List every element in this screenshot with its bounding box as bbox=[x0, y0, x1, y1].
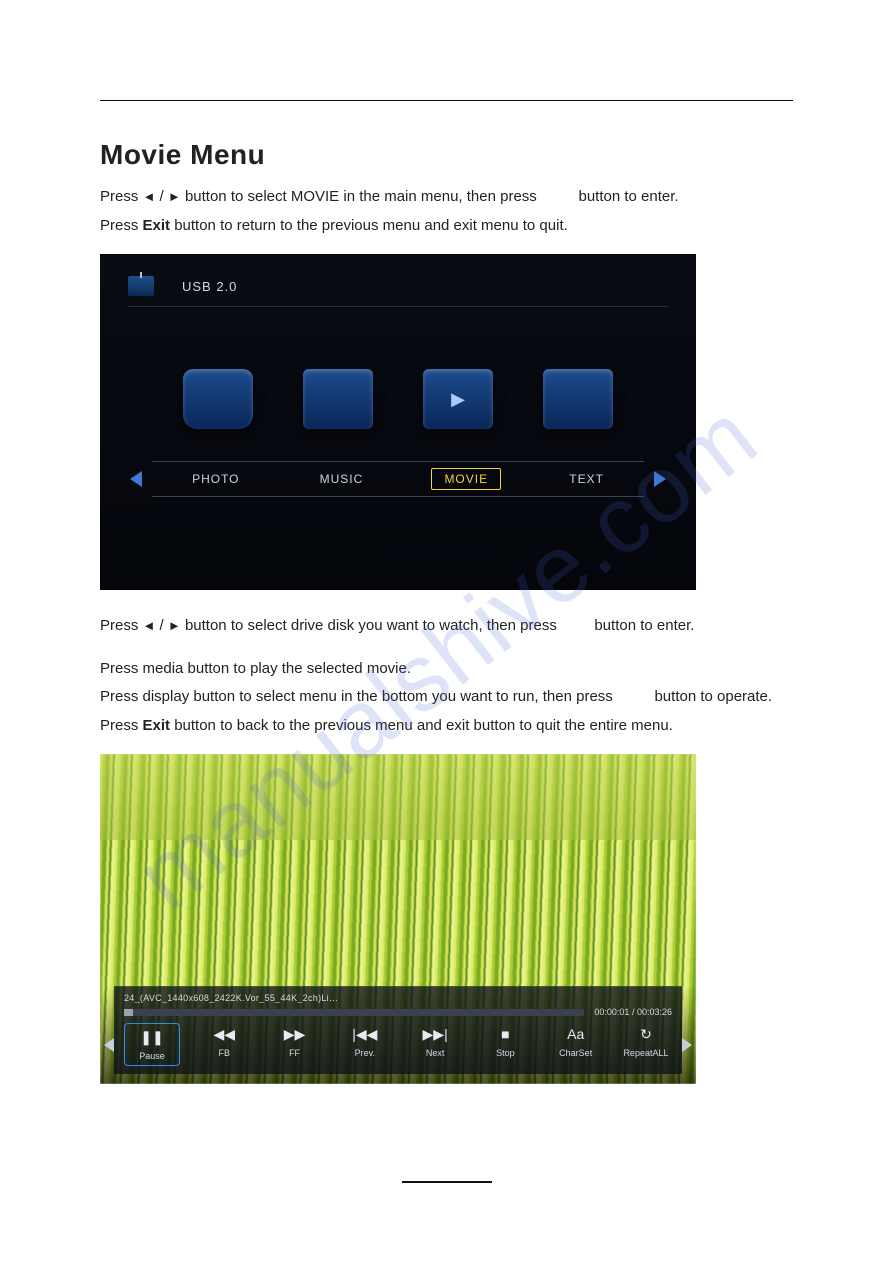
pause-label: Pause bbox=[139, 1051, 165, 1061]
movie-icon[interactable] bbox=[423, 369, 493, 429]
player-prev-button[interactable]: |◀◀ Prev. bbox=[339, 1023, 391, 1058]
player-nav-right[interactable] bbox=[682, 1038, 692, 1052]
page-title: Movie Menu bbox=[100, 139, 793, 171]
player-repeatall-button[interactable]: ↻ RepeatALL bbox=[620, 1023, 672, 1058]
category-movie[interactable]: MOVIE bbox=[431, 468, 501, 490]
player-next-button[interactable]: ▶▶| Next bbox=[409, 1023, 461, 1058]
prev-icon: |◀◀ bbox=[348, 1023, 382, 1045]
player-stop-button[interactable]: ■ Stop bbox=[479, 1023, 531, 1058]
charset-icon: Aa bbox=[559, 1023, 593, 1045]
pause-icon: ❚❚ bbox=[135, 1026, 169, 1048]
instruction-3: Press media button to play the selected … bbox=[100, 655, 793, 741]
ff-icon: ▶▶ bbox=[278, 1023, 312, 1045]
left-arrow-glyph: ◄ bbox=[143, 189, 156, 204]
menu-left-arrow[interactable] bbox=[130, 471, 142, 487]
category-music[interactable]: MUSIC bbox=[308, 469, 376, 489]
repeatall-label: RepeatALL bbox=[623, 1048, 668, 1058]
source-label: USB 2.0 bbox=[182, 279, 237, 294]
photo-icon[interactable] bbox=[183, 369, 253, 429]
prev-label: Prev. bbox=[355, 1048, 375, 1058]
player-osd: 24_(AVC_1440x608_2422K.Vor_55_44K_2ch)Li… bbox=[114, 986, 682, 1074]
text-icon[interactable] bbox=[543, 369, 613, 429]
category-labels: PHOTO MUSIC MOVIE TEXT bbox=[152, 461, 644, 497]
repeatall-icon: ↻ bbox=[629, 1023, 663, 1045]
footer-divider bbox=[402, 1181, 492, 1183]
top-divider bbox=[100, 100, 793, 101]
player-filename: 24_(AVC_1440x608_2422K.Vor_55_44K_2ch)Li… bbox=[124, 993, 672, 1003]
fb-label: FB bbox=[219, 1048, 231, 1058]
instruction-1: Press ◄ / ► button to select MOVIE in th… bbox=[100, 183, 793, 240]
ff-label: FF bbox=[289, 1048, 300, 1058]
player-fb-button[interactable]: ◀◀ FB bbox=[198, 1023, 250, 1058]
exit-keyword: Exit bbox=[143, 217, 171, 234]
fb-icon: ◀◀ bbox=[207, 1023, 241, 1045]
player-nav-left[interactable] bbox=[104, 1038, 114, 1052]
player-ff-button[interactable]: ▶▶ FF bbox=[269, 1023, 321, 1058]
playback-time: 00:00:01 / 00:03:26 bbox=[594, 1007, 672, 1017]
progress-bar[interactable] bbox=[124, 1009, 584, 1016]
category-text[interactable]: TEXT bbox=[557, 469, 616, 489]
category-photo[interactable]: PHOTO bbox=[180, 469, 251, 489]
music-icon[interactable] bbox=[303, 369, 373, 429]
screenshot-main-menu: USB 2.0 PHOTO MUSIC MOVIE TEXT bbox=[100, 254, 696, 590]
stop-icon: ■ bbox=[488, 1023, 522, 1045]
right-arrow-glyph: ► bbox=[168, 189, 181, 204]
next-label: Next bbox=[426, 1048, 445, 1058]
player-pause-button[interactable]: ❚❚ Pause bbox=[124, 1023, 180, 1066]
stop-label: Stop bbox=[496, 1048, 515, 1058]
charset-label: CharSet bbox=[559, 1048, 592, 1058]
menu-right-arrow[interactable] bbox=[654, 471, 666, 487]
screenshot-player: 24_(AVC_1440x608_2422K.Vor_55_44K_2ch)Li… bbox=[100, 754, 696, 1084]
player-charset-button[interactable]: Aa CharSet bbox=[550, 1023, 602, 1058]
instruction-2: Press ◄ / ► button to select drive disk … bbox=[100, 612, 793, 641]
usb-icon bbox=[128, 276, 154, 296]
next-icon: ▶▶| bbox=[418, 1023, 452, 1045]
